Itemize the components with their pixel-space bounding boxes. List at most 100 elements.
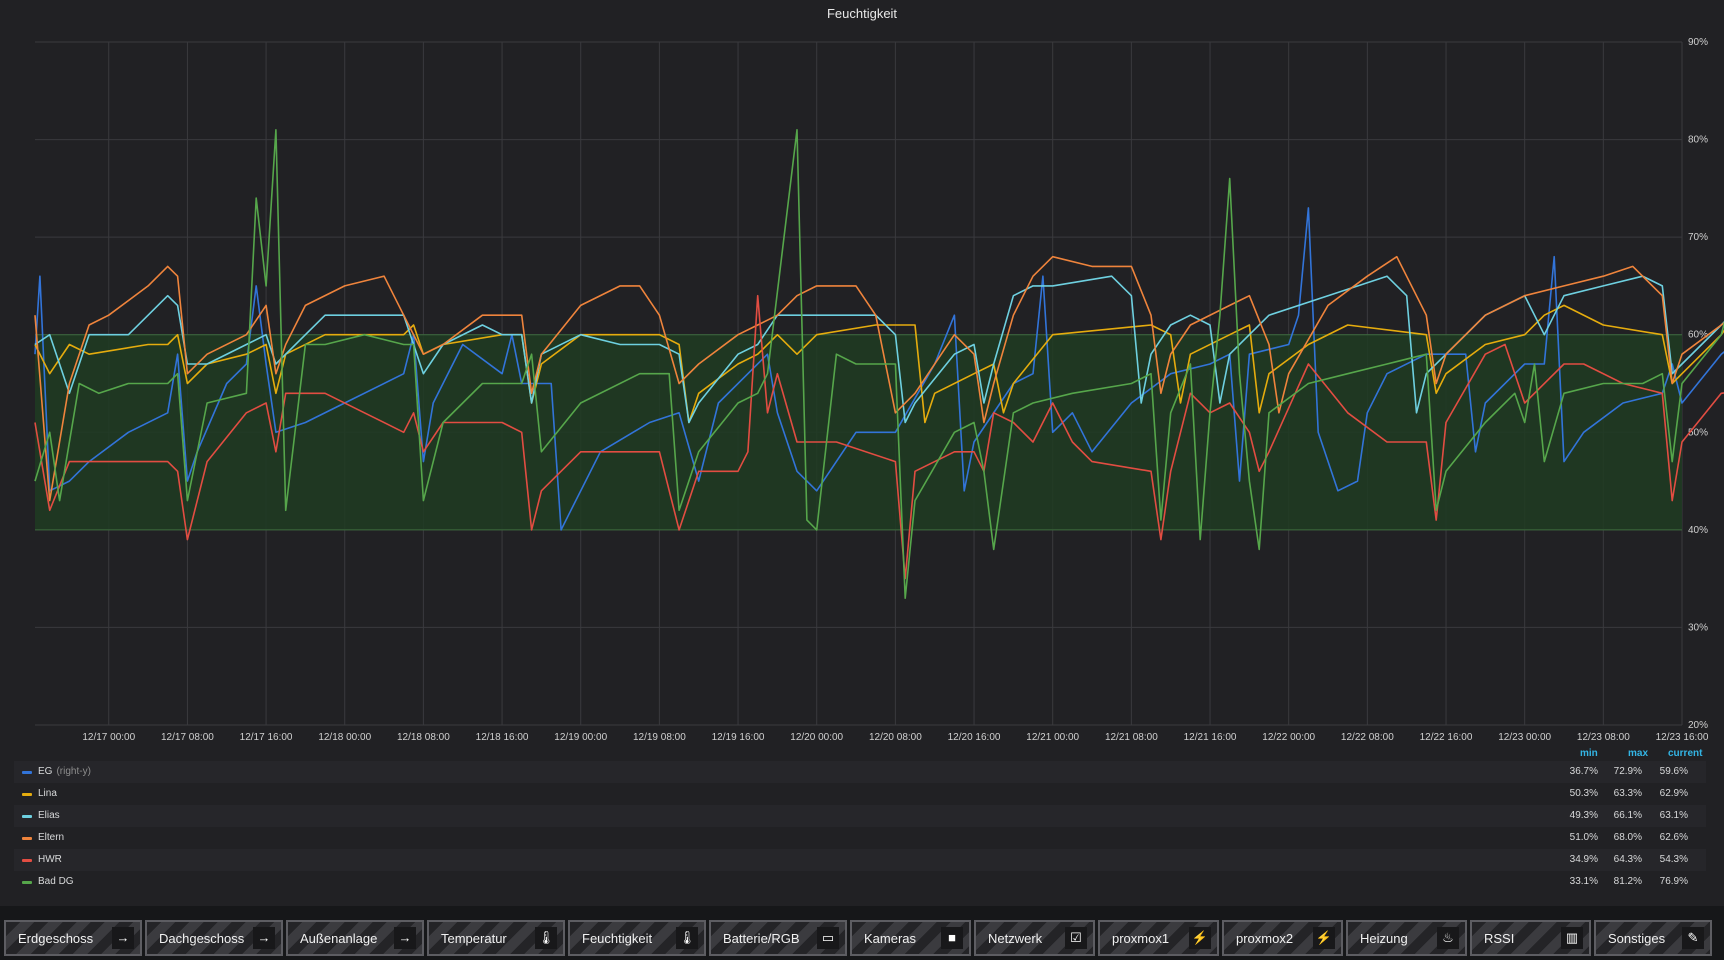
arrow-right-icon: → bbox=[112, 927, 134, 949]
legend-swatch[interactable] bbox=[22, 837, 32, 840]
x-tick-label: 12/17 00:00 bbox=[82, 732, 135, 743]
legend-value-max: 81.2% bbox=[1613, 876, 1642, 887]
y-tick-label: 30% bbox=[1688, 622, 1708, 633]
nav-button-dachgeschoss[interactable]: Dachgeschoss → bbox=[145, 920, 283, 956]
legend-swatch[interactable] bbox=[22, 793, 32, 796]
y-tick-label: 70% bbox=[1688, 232, 1708, 243]
nav-button-label: Erdgeschoss bbox=[18, 931, 94, 946]
y-tick-label: 80% bbox=[1688, 135, 1708, 146]
legend-value-max: 64.3% bbox=[1613, 854, 1642, 865]
nav-button-außenanlage[interactable]: Außenanlage → bbox=[286, 920, 424, 956]
legend-row-eg[interactable]: EG (right-y) 36.7% 72.9% 59.6% bbox=[14, 761, 1706, 783]
legend-value-current: 63.1% bbox=[1659, 810, 1688, 821]
nav-button-erdgeschoss[interactable]: Erdgeschoss → bbox=[4, 920, 142, 956]
y-tick-label: 50% bbox=[1688, 427, 1708, 438]
legend-value-min: 33.1% bbox=[1569, 876, 1598, 887]
x-tick-label: 12/18 16:00 bbox=[476, 732, 529, 743]
x-tick-label: 12/20 16:00 bbox=[948, 732, 1001, 743]
thermometer-icon: 🌡 bbox=[676, 927, 698, 949]
x-tick-label: 12/21 00:00 bbox=[1026, 732, 1079, 743]
arrow-right-icon: → bbox=[394, 927, 416, 949]
legend-row-bad-dg[interactable]: Bad DG 33.1% 81.2% 76.9% bbox=[14, 871, 1706, 893]
nav-button-netzwerk[interactable]: Netzwerk ☑ bbox=[974, 920, 1095, 956]
arrow-right-icon: → bbox=[253, 927, 275, 949]
legend-row-hwr[interactable]: HWR 34.9% 64.3% 54.3% bbox=[14, 849, 1706, 871]
x-tick-label: 12/23 00:00 bbox=[1498, 732, 1551, 743]
legend-row-lina[interactable]: Lina 50.3% 63.3% 62.9% bbox=[14, 783, 1706, 805]
legend-value-current: 76.9% bbox=[1659, 876, 1688, 887]
series-axis-suffix: (right-y) bbox=[56, 766, 91, 777]
legend-value-min: 49.3% bbox=[1569, 810, 1598, 821]
pencil-icon: ✎ bbox=[1682, 927, 1704, 949]
legend-value-max: 63.3% bbox=[1613, 788, 1642, 799]
x-tick-label: 12/22 08:00 bbox=[1341, 732, 1394, 743]
legend-series-name[interactable]: Bad DG bbox=[38, 871, 74, 893]
nav-button-label: Sonstiges bbox=[1608, 931, 1666, 946]
x-tick-label: 12/21 16:00 bbox=[1184, 732, 1237, 743]
legend-row-elias[interactable]: Elias 49.3% 66.1% 63.1% bbox=[14, 805, 1706, 827]
nav-button-label: Kameras bbox=[864, 931, 917, 946]
legend-head-max[interactable]: max bbox=[1628, 748, 1648, 759]
nav-button-proxmox1[interactable]: proxmox1 ⚡ bbox=[1098, 920, 1219, 956]
x-tick-label: 12/21 08:00 bbox=[1105, 732, 1158, 743]
nav-button-label: Batterie/RGB bbox=[723, 931, 800, 946]
signal-chart-icon: ▥ bbox=[1561, 927, 1583, 949]
nav-button-label: Feuchtigkeit bbox=[582, 931, 653, 946]
nav-button-label: Heizung bbox=[1360, 931, 1408, 946]
legend-swatch[interactable] bbox=[22, 859, 32, 862]
x-tick-label: 12/23 08:00 bbox=[1577, 732, 1630, 743]
graph-panel: Feuchtigkeit 90% 80% 70% 60% 50% 40% 30% 20% 12/… bbox=[0, 0, 1724, 906]
legend-series-name[interactable]: Elias bbox=[38, 805, 60, 827]
x-tick-label: 12/22 00:00 bbox=[1262, 732, 1315, 743]
bolt-icon: ⚡ bbox=[1313, 927, 1335, 949]
bolt-icon: ⚡ bbox=[1189, 927, 1211, 949]
legend-value-min: 50.3% bbox=[1569, 788, 1598, 799]
nav-button-batterie-rgb[interactable]: Batterie/RGB ▭ bbox=[709, 920, 847, 956]
legend-swatch[interactable] bbox=[22, 771, 32, 774]
x-tick-label: 12/19 16:00 bbox=[712, 732, 765, 743]
nav-button-label: proxmox2 bbox=[1236, 931, 1294, 946]
nav-button-proxmox2[interactable]: proxmox2 ⚡ bbox=[1222, 920, 1343, 956]
x-tick-label: 12/23 16:00 bbox=[1656, 732, 1709, 743]
legend-swatch[interactable] bbox=[22, 881, 32, 884]
legend-swatch[interactable] bbox=[22, 815, 32, 818]
legend-series-name[interactable]: Lina bbox=[38, 783, 57, 805]
nav-button-label: Netzwerk bbox=[988, 931, 1043, 946]
legend-value-current: 62.9% bbox=[1659, 788, 1688, 799]
nav-button-kameras[interactable]: Kameras ■ bbox=[850, 920, 971, 956]
legend-value-current: 54.3% bbox=[1659, 854, 1688, 865]
nav-button-heizung[interactable]: Heizung ♨ bbox=[1346, 920, 1467, 956]
dashboard-navbar: Erdgeschoss → Dachgeschoss → Außenanlage → Tem… bbox=[0, 918, 1724, 960]
legend-head-current[interactable]: current bbox=[1668, 748, 1702, 759]
legend-value-min: 51.0% bbox=[1569, 832, 1598, 843]
video-camera-icon: ■ bbox=[941, 927, 963, 949]
x-tick-label: 12/17 16:00 bbox=[240, 732, 293, 743]
legend-series-name[interactable]: EG (right-y) bbox=[38, 761, 91, 783]
legend-value-max: 72.9% bbox=[1613, 766, 1642, 777]
legend-value-current: 62.6% bbox=[1659, 832, 1688, 843]
legend-value-max: 66.1% bbox=[1613, 810, 1642, 821]
flame-icon: ♨ bbox=[1437, 927, 1459, 949]
x-tick-label: 12/17 08:00 bbox=[161, 732, 214, 743]
x-tick-label: 12/19 08:00 bbox=[633, 732, 686, 743]
x-tick-label: 12/18 08:00 bbox=[397, 732, 450, 743]
nav-button-sonstiges[interactable]: Sonstiges ✎ bbox=[1594, 920, 1712, 956]
nav-button-temperatur[interactable]: Temperatur 🌡 bbox=[427, 920, 565, 956]
nav-button-label: RSSI bbox=[1484, 931, 1515, 946]
y-tick-label: 90% bbox=[1688, 37, 1708, 48]
nav-button-feuchtigkeit[interactable]: Feuchtigkeit 🌡 bbox=[568, 920, 706, 956]
legend-row-eltern[interactable]: Eltern 51.0% 68.0% 62.6% bbox=[14, 827, 1706, 849]
series-name-text: EG bbox=[38, 766, 53, 777]
legend-head-min[interactable]: min bbox=[1580, 748, 1598, 759]
nav-button-rssi[interactable]: RSSI ▥ bbox=[1470, 920, 1591, 956]
battery-icon: ▭ bbox=[817, 927, 839, 949]
legend-series-name[interactable]: Eltern bbox=[38, 827, 64, 849]
legend-value-max: 68.0% bbox=[1613, 832, 1642, 843]
legend-series-name[interactable]: HWR bbox=[38, 849, 62, 871]
x-tick-label: 12/18 00:00 bbox=[318, 732, 371, 743]
series-name-text: Bad DG bbox=[38, 876, 74, 887]
nav-button-label: proxmox1 bbox=[1112, 931, 1170, 946]
checkbox-icon: ☑ bbox=[1065, 927, 1087, 949]
series-name-text: Lina bbox=[38, 788, 57, 799]
y-tick-label: 20% bbox=[1688, 720, 1708, 731]
